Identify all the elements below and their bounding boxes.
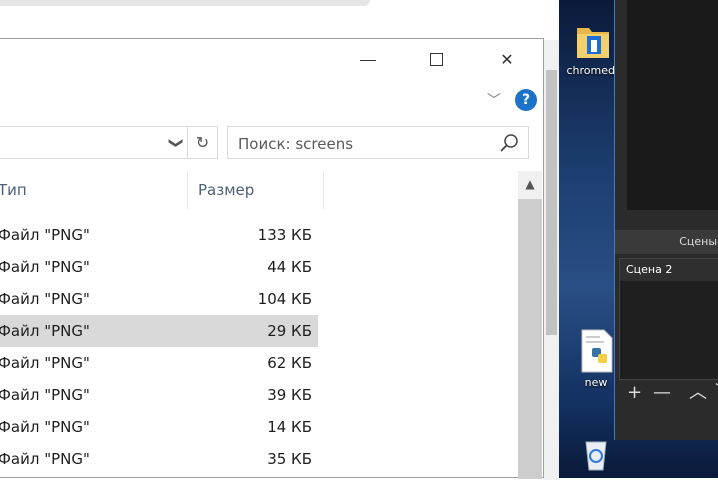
browser-top-bar	[0, 0, 370, 6]
search-box[interactable]	[227, 126, 529, 160]
browser-scrollbar-thumb[interactable]	[546, 70, 557, 335]
minimize-button[interactable]	[345, 39, 391, 81]
maximize-button[interactable]	[414, 39, 460, 81]
close-icon: ✕	[500, 50, 514, 69]
help-button[interactable]: ?	[515, 89, 537, 111]
file-type: Файл "PNG"	[0, 322, 90, 340]
folder-icon	[577, 28, 609, 58]
close-button[interactable]: ✕	[484, 39, 530, 81]
search-input[interactable]	[228, 127, 502, 160]
file-size: 14 КБ	[267, 418, 312, 436]
file-row[interactable]: Файл "PNG" 35 КБ	[0, 443, 318, 475]
file-size: 39 КБ	[267, 386, 312, 404]
browser-scrollbar[interactable]	[543, 40, 560, 480]
chevron-down-icon: ❯	[167, 137, 184, 149]
expand-ribbon-button[interactable]: ﹀	[484, 91, 504, 111]
file-type: Файл "PNG"	[0, 258, 90, 276]
minimize-icon	[360, 60, 376, 61]
add-scene-button[interactable]: +	[627, 380, 642, 406]
file-list: Файл "PNG" 133 КБ Файл "PNG" 44 КБ Файл …	[0, 219, 318, 479]
maximize-icon	[430, 53, 443, 66]
move-scene-up-button[interactable]: ︿	[689, 380, 707, 406]
file-row[interactable]: Файл "PNG" 14 КБ	[0, 411, 318, 443]
scene-toolbar: + — ︿ ﹀	[619, 380, 718, 406]
recycle-bin-icon	[585, 441, 607, 471]
file-type: Файл "PNG"	[0, 226, 90, 244]
file-size: 44 КБ	[267, 258, 312, 276]
file-type: Файл "PNG"	[0, 290, 90, 308]
scene-item[interactable]: Сцена 2	[620, 259, 718, 281]
file-type: Файл "PNG"	[0, 386, 90, 404]
scroll-up-button[interactable]: ▲	[518, 171, 542, 197]
chevron-up-icon: ▲	[525, 177, 535, 191]
file-size: 133 КБ	[257, 226, 312, 244]
file-row[interactable]: Файл "PNG" 39 КБ	[0, 379, 318, 411]
file-row[interactable]: Файл "PNG" 133 КБ	[0, 219, 318, 251]
file-row[interactable]: Файл "PNG" 44 КБ	[0, 251, 318, 283]
remove-scene-button[interactable]: —	[653, 380, 671, 406]
file-type: Файл "PNG"	[0, 354, 90, 372]
file-row-selected[interactable]: Файл "PNG" 29 КБ	[0, 315, 318, 347]
address-bar[interactable]: ❯ ↻	[0, 126, 218, 159]
scrollbar-thumb[interactable]	[518, 199, 542, 479]
file-type: Файл "PNG"	[0, 450, 90, 468]
file-explorer-window: ✕ ﹀ ? ❯ ↻ Тип Размер Файл "PNG" 133 КБ Ф…	[0, 38, 544, 479]
file-type: Файл "PNG"	[0, 418, 90, 436]
python-file-icon	[581, 329, 613, 373]
address-dropdown-button[interactable]: ❯	[168, 133, 184, 153]
search-icon[interactable]	[498, 132, 520, 154]
file-size: 29 КБ	[267, 322, 312, 340]
obs-window: Сцены Сцена 2 + — ︿ ﹀	[614, 0, 718, 440]
column-header-size[interactable]: Размер	[189, 171, 324, 209]
obs-preview	[627, 0, 718, 210]
scene-list: Сцена 2	[619, 258, 718, 380]
refresh-button[interactable]: ↻	[187, 127, 217, 158]
scenes-header: Сцены	[615, 230, 718, 254]
file-size: 62 КБ	[267, 354, 312, 372]
column-header-type[interactable]: Тип	[0, 171, 188, 209]
file-list-scrollbar[interactable]: ▲	[518, 171, 542, 479]
file-size: 104 КБ	[257, 290, 312, 308]
file-row[interactable]: Файл "PNG" 104 КБ	[0, 283, 318, 315]
refresh-icon: ↻	[195, 133, 210, 152]
file-size: 35 КБ	[267, 450, 312, 468]
file-row[interactable]: Файл "PNG" 62 КБ	[0, 347, 318, 379]
